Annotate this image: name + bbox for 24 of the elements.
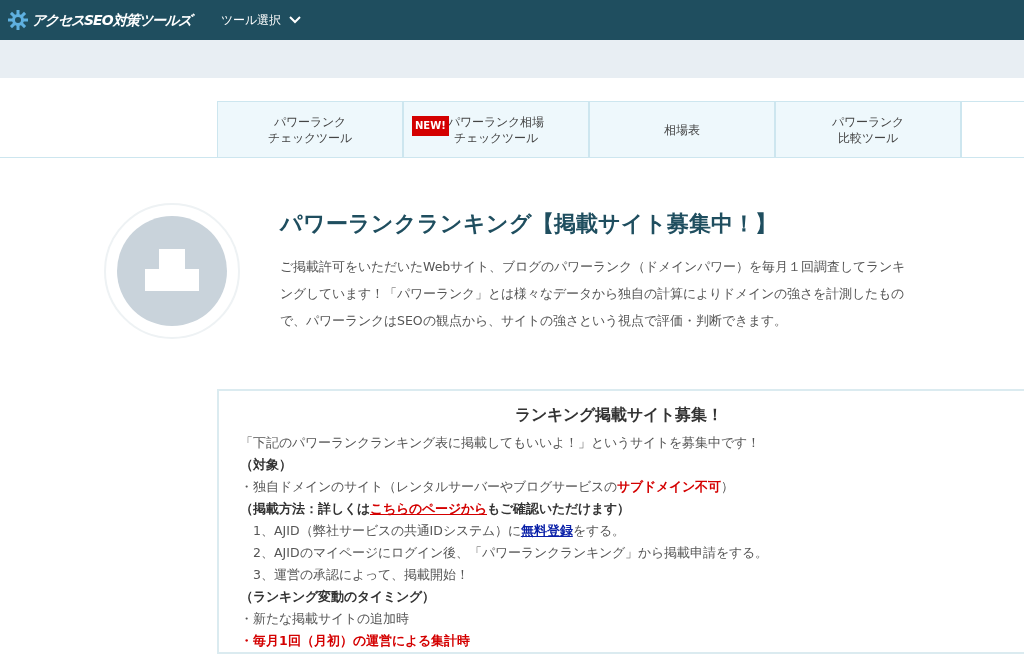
intro-text: ングしています！「パワーランク」とは様々なデータから独自の計算によりドメインの強さを計測したもの xyxy=(280,285,905,304)
info-line: ・独自ドメインのサイト（レンタルサーバーやブログサービスのサブドメイン不可） xyxy=(240,478,735,497)
tool-tab[interactable]: パワーランク チェックツール xyxy=(217,101,403,157)
intro-text: で、パワーランクはSEOの観点から、サイトの強さという視点で評価・判断できます。 xyxy=(280,312,788,331)
info-line: ・新たな掲載サイトの追加時 xyxy=(240,610,410,629)
info-line: 3、運営の承認によって、掲載開始！ xyxy=(252,566,470,585)
register-link[interactable]: 無料登録 xyxy=(520,523,573,539)
info-line: 2、AJIDのマイページにログイン後、「パワーランクランキング」から掲載申請をする。 xyxy=(252,544,769,563)
logo-icon xyxy=(8,10,28,30)
info-line: ・毎月1回（月初）の運営による集計時 xyxy=(240,632,471,651)
page-title: パワーランクランキング【掲載サイト募集中！】 xyxy=(280,211,778,238)
details-link[interactable]: こちらのページから xyxy=(370,501,487,517)
section-heading: ランキング掲載サイト募集！ xyxy=(514,405,724,425)
tool-tab[interactable]: パワーランク 比較ツール xyxy=(775,101,961,157)
intro-text: ご掲載許可をいただいたWebサイト、ブログのパワーランク（ドメインパワー）を毎月１回調査してランキ xyxy=(280,258,906,277)
info-line: （ランキング変動のタイミング） xyxy=(240,588,436,607)
new-badge: NEW! xyxy=(412,116,449,136)
info-line: （対象） xyxy=(240,456,293,475)
tool-tab[interactable]: 相場表 xyxy=(589,101,775,157)
chevron-down-icon xyxy=(288,16,301,24)
tool-select-menu[interactable]: ツール選択 xyxy=(214,10,307,30)
info-line: （掲載方法：詳しくはこちらのページから もご確認いただけます） xyxy=(240,500,631,519)
info-line: 1、AJID（弊社サービスの共通IDシステム）に無料登録をする。 xyxy=(252,522,626,541)
info-line: 「下記のパワーランクランキング表に掲載してもいいよ！」というサイトを募集中です！ xyxy=(240,434,761,453)
